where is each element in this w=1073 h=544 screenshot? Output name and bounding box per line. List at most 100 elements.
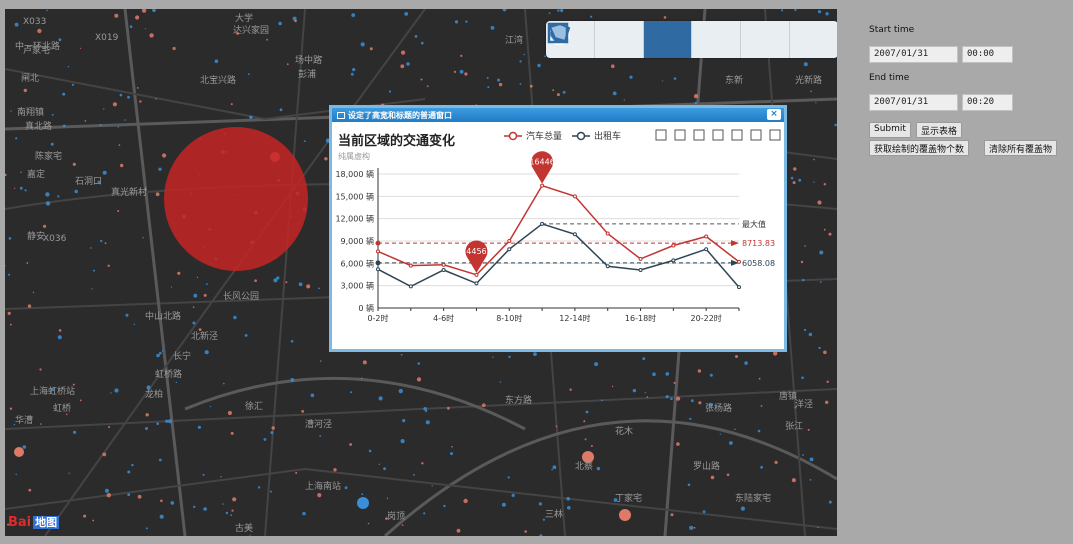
traffic-dot [295,471,298,474]
traffic-dot [230,431,234,435]
traffic-dot [192,321,196,325]
series-line [377,184,740,276]
window-icon [337,111,345,119]
clear-overlays-button[interactable]: 清除所有覆盖物 [984,140,1058,156]
traffic-dot [367,522,370,525]
traffic-dot [125,313,129,317]
traffic-dot [117,210,120,212]
traffic-dot [823,183,826,186]
traffic-dot [538,502,543,506]
max-point-marker[interactable]: 16446 [529,151,555,184]
start-time-input[interactable]: 00:00 [962,46,1013,63]
traffic-dot [203,507,207,511]
data-point[interactable] [474,272,479,277]
restore-icon[interactable] [750,129,762,141]
data-point[interactable] [605,264,610,269]
traffic-dot [249,534,251,536]
data-point[interactable] [540,221,545,226]
map-place-label: X036 [43,234,67,244]
traffic-dot [519,83,522,85]
traffic-dot [270,490,272,493]
data-point[interactable] [540,183,545,188]
show-table-button[interactable]: 显示表格 [916,122,963,138]
line-switch-icon[interactable] [712,129,724,141]
x-tick-label: 4-6时 [433,313,454,323]
average-line-start [375,260,381,266]
traffic-dot [665,372,670,376]
data-point[interactable] [572,232,577,237]
data-point[interactable] [638,256,643,261]
end-date-input[interactable]: 2007/01/31 [869,94,958,111]
data-view-icon[interactable] [693,129,705,141]
map-place-label: 东方路 [505,396,533,406]
data-point[interactable] [671,258,676,263]
map-place-label: 徐汇 [245,402,264,412]
traffic-dot [693,94,699,99]
marker-tool-button[interactable] [550,21,644,58]
data-point[interactable] [376,249,380,254]
data-point[interactable] [441,262,446,267]
traffic-dot [413,474,415,476]
map-place-label: 漕河泾 [305,420,333,430]
data-point[interactable] [638,268,643,273]
start-date-input[interactable]: 2007/01/31 [869,46,958,63]
traffic-dot [689,525,694,531]
data-point[interactable] [441,268,446,273]
end-time-input[interactable]: 00:20 [962,94,1013,111]
data-point[interactable] [507,239,512,243]
data-point[interactable] [408,263,413,268]
data-point[interactable] [704,247,709,252]
save-image-icon[interactable] [769,129,781,141]
data-point[interactable] [671,243,676,248]
get-overlay-count-button[interactable]: 获取绘制的覆盖物个数 [869,140,970,156]
traffic-dot [791,478,797,483]
traffic-dot [106,493,112,498]
traffic-dot [644,392,646,394]
polyline-tool-button[interactable] [548,21,742,58]
traffic-dot [114,13,119,18]
y-tick-label: 6,000 辆 [341,258,374,268]
legend-item[interactable]: 汽车总量 [504,130,562,142]
data-point[interactable] [605,231,610,236]
data-point[interactable] [572,194,577,199]
data-point[interactable] [737,285,741,290]
traffic-dot [815,102,817,104]
traffic-dot [214,257,218,261]
legend-item[interactable]: 出租车 [572,130,621,142]
traffic-dot [247,73,250,76]
traffic-dot [421,41,424,45]
traffic-dot [9,407,13,410]
traffic-dot [719,433,721,435]
bar-switch-icon[interactable] [731,129,743,141]
traffic-dot [289,215,292,218]
traffic-dot [652,372,656,377]
polygon-tool-button[interactable] [548,21,791,58]
data-point[interactable] [376,267,380,272]
traffic-dot [45,192,50,197]
data-point[interactable] [507,247,512,252]
average-line-label: 6058.08 [742,259,775,268]
data-point[interactable] [408,284,413,289]
data-point[interactable] [737,259,741,264]
traffic-dot [145,413,149,417]
submit-button[interactable]: Submit [869,122,911,138]
close-button[interactable]: × [767,109,781,120]
traffic-dot [199,137,202,140]
circle-tool-button[interactable] [547,21,693,58]
traffic-dot [7,311,11,315]
traffic-dot [781,9,784,12]
traffic-dot [79,47,81,49]
traffic-dot [443,504,446,508]
traffic-dot [828,500,832,504]
traffic-dot [662,80,664,82]
traffic-dot [104,488,109,493]
zoom-icon[interactable] [655,129,667,141]
rectangle-tool-button[interactable] [547,21,837,58]
zoom-back-icon[interactable] [674,129,686,141]
data-point[interactable] [704,234,709,239]
traffic-dot [40,423,42,425]
traffic-dot [72,162,76,166]
data-point[interactable] [474,281,479,286]
map-place-label: X033 [23,17,47,27]
traffic-dot [378,396,383,401]
